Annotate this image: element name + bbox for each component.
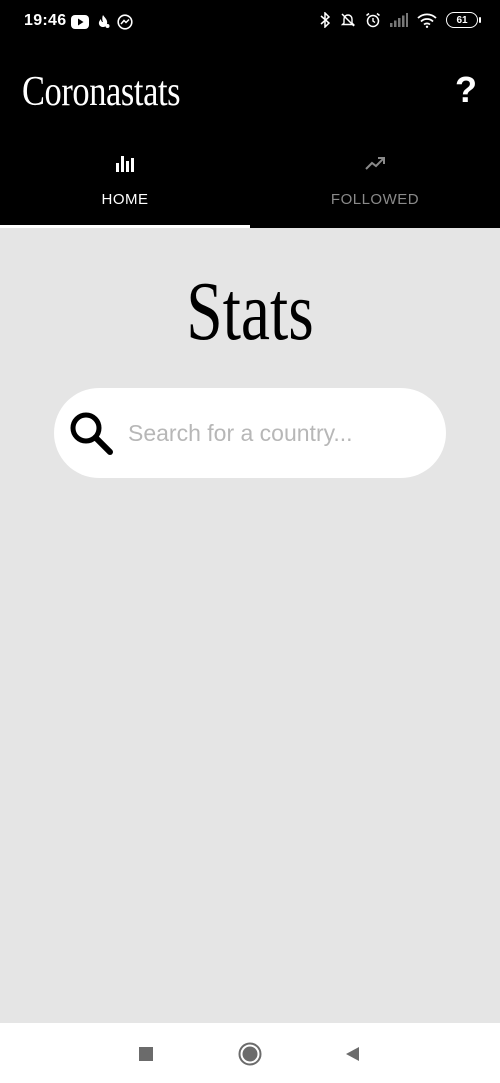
- search-input[interactable]: [128, 413, 428, 453]
- fire-icon: [98, 15, 110, 28]
- system-nav-bar: [0, 1023, 500, 1083]
- tab-followed[interactable]: FOLLOWED: [250, 140, 500, 228]
- youtube-icon: [71, 15, 89, 29]
- home-circle-icon: [238, 1042, 262, 1066]
- tab-bar: HOME FOLLOWED: [0, 140, 500, 228]
- status-left-icons: [71, 14, 133, 30]
- home-button[interactable]: [235, 1039, 265, 1069]
- battery-level: 61: [456, 14, 468, 26]
- signal-icon: [390, 13, 408, 27]
- tab-home[interactable]: HOME: [0, 140, 250, 228]
- active-tab-indicator: [0, 225, 250, 228]
- notifications-off-icon: [340, 13, 356, 27]
- help-button[interactable]: ?: [448, 66, 484, 114]
- search-icon: [70, 412, 113, 455]
- tab-home-label: HOME: [101, 191, 149, 208]
- bluetooth-icon: [320, 12, 331, 28]
- battery-indicator: 61: [446, 12, 481, 28]
- trending-up-icon: [365, 157, 385, 170]
- search-box[interactable]: [54, 388, 446, 478]
- app-bar: Coronastats ? HOME FOLLOWED: [0, 44, 500, 228]
- app-title: Coronastats: [22, 69, 181, 115]
- page-title: Stats: [186, 265, 314, 358]
- recents-button[interactable]: [131, 1039, 161, 1069]
- recents-square-icon: [139, 1047, 153, 1061]
- status-time: 19:46: [24, 12, 67, 29]
- back-triangle-icon: [346, 1047, 359, 1061]
- bar-chart-icon: [116, 156, 134, 172]
- tab-followed-label: FOLLOWED: [330, 191, 420, 208]
- wifi-icon: [417, 13, 437, 28]
- alarm-icon: [366, 12, 380, 28]
- status-bar: 19:46 61: [0, 0, 500, 44]
- status-right-icons: 61: [320, 12, 481, 28]
- messenger-icon: [117, 14, 133, 30]
- back-button[interactable]: [337, 1039, 367, 1069]
